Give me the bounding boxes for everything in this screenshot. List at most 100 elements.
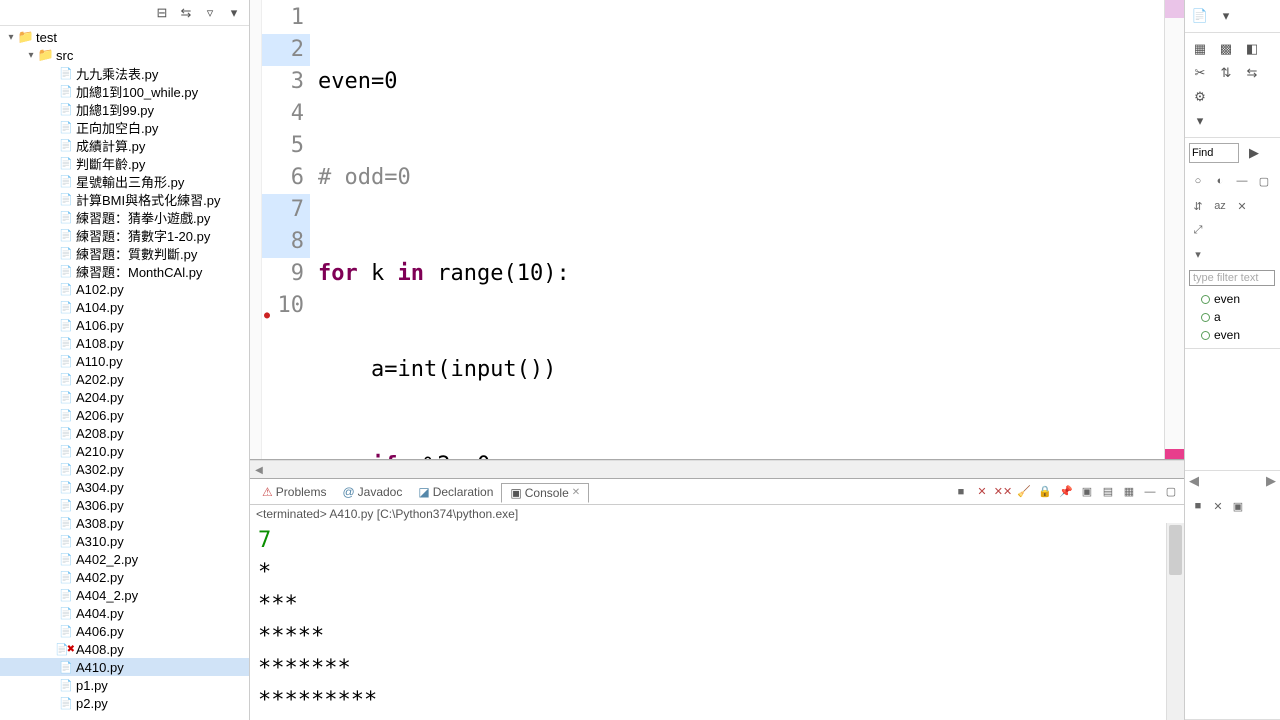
console-ctrl-icon[interactable]: ▣ [1229, 497, 1247, 515]
outline-btn[interactable]: ○ [1189, 172, 1207, 190]
tree-file[interactable]: 📄p2.py [0, 694, 249, 712]
tree-file[interactable]: 📄✖A408.py [0, 640, 249, 658]
chevron-down-icon[interactable]: ▾ [24, 50, 38, 61]
scroll-left-icon[interactable]: ◀ [250, 463, 268, 479]
tree-file[interactable]: 📄A302.py [0, 460, 249, 478]
tree-file[interactable]: 📄A204.py [0, 388, 249, 406]
tree-file[interactable]: 📄A410.py [0, 658, 249, 676]
cut-icon[interactable]: ✂ [1189, 62, 1211, 84]
chevron-down-icon[interactable]: ▾ [4, 32, 18, 43]
tree-file[interactable]: 📄A404_2.py [0, 586, 249, 604]
tree-file[interactable]: 📄加總1到99.py [0, 100, 249, 118]
tree-file[interactable]: 📄A202.py [0, 370, 249, 388]
tree-file[interactable]: 📄A402.py [0, 568, 249, 586]
tree-file[interactable]: 📄A102.py [0, 280, 249, 298]
tree-file[interactable]: 📄練習題：MonthCAl.py [0, 262, 249, 280]
minimize-icon[interactable]: — [1141, 483, 1159, 501]
next-icon[interactable]: ▶ [1243, 142, 1265, 164]
tree-file[interactable]: 📄判斷年齡.py [0, 154, 249, 172]
new-icon[interactable]: 📄 [1189, 5, 1211, 27]
tree-file[interactable]: 📄A402_2.py [0, 550, 249, 568]
tree-file[interactable]: 📄A110.py [0, 352, 249, 370]
tree-file[interactable]: 📄A206.py [0, 406, 249, 424]
console-output[interactable]: 7 * *** ***** **************** [250, 523, 1184, 720]
tree-file[interactable]: 📄A308.py [0, 514, 249, 532]
console-ctrl-icon[interactable]: ✕ [1209, 497, 1227, 515]
tree-file[interactable]: 📄A404.py [0, 604, 249, 622]
terminate-icon[interactable]: ■ [952, 483, 970, 501]
tree-file[interactable]: 📄p1.py [0, 676, 249, 694]
dropdown-icon[interactable]: ▾ [1215, 5, 1237, 27]
chevron-down-icon[interactable]: ▾ [1189, 110, 1211, 132]
file-tree[interactable]: ▾ 📁 test ▾ 📁 src 📄九九乘法表.py📄加總1到100_while… [0, 26, 249, 720]
sort-icon[interactable]: ⇵ [1189, 197, 1207, 215]
maximize-icon[interactable]: ▢ [1162, 483, 1180, 501]
code-editor[interactable]: 1 2 3 4 5 6 7 8 9 10 even=0 # odd=0 for … [250, 0, 1184, 460]
tree-file[interactable]: 📄計算BMI與格式化練習.py [0, 190, 249, 208]
maximize-icon[interactable]: ▢ [1255, 172, 1273, 190]
tree-file[interactable]: 📄A306.py [0, 496, 249, 514]
view-menu-icon[interactable]: ▿ [201, 4, 219, 22]
prev-icon[interactable]: ◀ [1189, 473, 1199, 489]
outline-symbol[interactable]: even [1189, 290, 1276, 308]
console-ctrl-icon[interactable]: ■ [1189, 497, 1207, 515]
display-icon[interactable]: ▣ [1078, 483, 1096, 501]
pin-icon[interactable]: 📌 [1057, 483, 1075, 501]
tree-file[interactable]: 📄A108.py [0, 334, 249, 352]
vertical-scrollbar[interactable] [1166, 523, 1184, 720]
next-icon[interactable]: ▶ [1266, 473, 1276, 489]
tree-file[interactable]: 📄正向加空白.py [0, 118, 249, 136]
tree-file[interactable]: 📄A304.py [0, 478, 249, 496]
tree-root[interactable]: ▾ 📁 test [0, 28, 249, 46]
code-area[interactable]: even=0 # odd=0 for k in range(10): a=int… [310, 0, 1164, 459]
tree-file[interactable]: 📄A104.py [0, 298, 249, 316]
tree-file[interactable]: 📄練習題：猜拳小遊戲.py [0, 208, 249, 226]
collapse-all-icon[interactable]: ⊟ [153, 4, 171, 22]
collapse-icon[interactable]: ✕ [1233, 197, 1251, 215]
tree-file[interactable]: 📄A406.py [0, 622, 249, 640]
remove-all-icon[interactable]: ✕✕ [994, 483, 1012, 501]
tree-file[interactable]: 📄A310.py [0, 532, 249, 550]
open-console-icon[interactable]: ▤ [1099, 483, 1117, 501]
scroll-lock-icon[interactable]: 🔒 [1036, 483, 1054, 501]
nav-icon[interactable]: ⇅ [1215, 62, 1237, 84]
line-number: 6 [262, 162, 310, 194]
clear-icon[interactable]: 🧹 [1015, 483, 1033, 501]
tree-src[interactable]: ▾ 📁 src [0, 46, 249, 64]
outline-symbol[interactable]: a [1189, 308, 1276, 326]
dropdown-icon[interactable]: ▾ [225, 4, 243, 22]
find-input[interactable] [1189, 143, 1239, 163]
tree-label: A308.py [76, 516, 124, 531]
horizontal-scrollbar[interactable]: ◀ [250, 460, 1184, 478]
remove-icon[interactable]: ✕ [973, 483, 991, 501]
outline-symbol[interactable]: even [1189, 326, 1276, 344]
expand-icon[interactable]: ⤢ [1189, 221, 1207, 239]
new-console-icon[interactable]: ▦ [1120, 483, 1138, 501]
tree-file[interactable]: 📄成績計算.py [0, 136, 249, 154]
tree-file[interactable]: 📄A106.py [0, 316, 249, 334]
filter-icon[interactable]: az [1211, 197, 1229, 215]
tree-file[interactable]: 📄A208.py [0, 424, 249, 442]
tree-file[interactable]: 📄練習題：質數判斷.py [0, 244, 249, 262]
nav-icon[interactable]: ⇆ [1241, 62, 1263, 84]
toggle-icon[interactable]: ◧ [1241, 38, 1263, 60]
overview-ruler[interactable] [1164, 0, 1184, 459]
tree-file[interactable]: 📄加總1到100_while.py [0, 82, 249, 100]
config-icon[interactable]: ⚙ [1189, 86, 1211, 108]
tab-console[interactable]: ▣Console✕ [501, 483, 589, 503]
toggle-icon[interactable]: ▩ [1215, 38, 1237, 60]
tab-problems[interactable]: ⚠Problems [254, 483, 334, 501]
tree-file[interactable]: 📄練習題：猜數字1-20.py [0, 226, 249, 244]
outline-filter[interactable] [1189, 270, 1275, 286]
toggle-icon[interactable]: ▦ [1189, 38, 1211, 60]
tab-javadoc[interactable]: @Javadoc [334, 483, 410, 501]
tree-file[interactable]: 📄A210.py [0, 442, 249, 460]
tab-declaration[interactable]: ◪Declaration [410, 483, 501, 501]
close-icon[interactable]: ✕ [572, 487, 580, 498]
tree-file[interactable]: 📄星號輸出三角形.py [0, 172, 249, 190]
link-editor-icon[interactable]: ⇆ [177, 4, 195, 22]
tree-file[interactable]: 📄九九乘法表.py [0, 64, 249, 82]
outline-btn[interactable]: ◐ [1211, 172, 1229, 190]
minimize-icon[interactable]: — [1233, 172, 1251, 190]
chevron-down-icon[interactable]: ▾ [1189, 245, 1207, 263]
